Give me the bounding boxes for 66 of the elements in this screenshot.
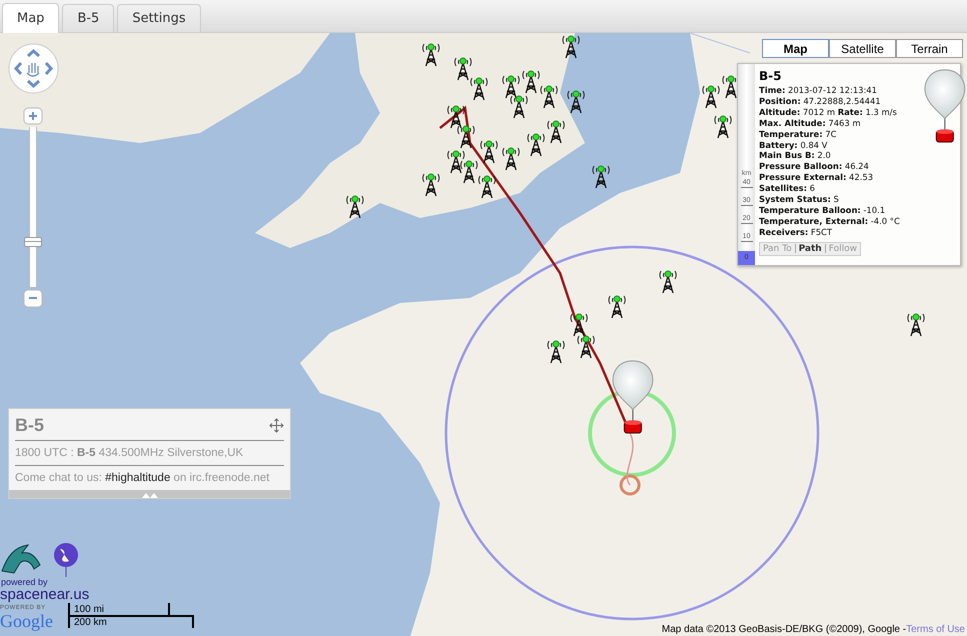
radio-tower-icon[interactable] — [905, 311, 927, 337]
map-type-button[interactable]: Terrain — [896, 39, 963, 58]
telemetry-line: Position: 47.22888,2.54441 — [759, 96, 882, 107]
telemetry-line: Pressure Balloon: 46.24 — [759, 161, 870, 172]
radio-tower-icon[interactable] — [575, 333, 597, 359]
radio-tower-icon[interactable] — [590, 163, 612, 189]
radio-tower-icon[interactable] — [568, 311, 590, 337]
radio-tower-icon[interactable] — [420, 41, 442, 67]
radio-tower-icon[interactable] — [468, 75, 490, 101]
radio-tower-icon[interactable] — [525, 131, 547, 157]
radio-tower-icon[interactable] — [520, 68, 542, 94]
radio-tower-icon[interactable] — [420, 171, 442, 197]
map-attribution: Map data ©2013 GeoBasis-DE/BKG (©2009), Google - — [662, 624, 906, 635]
radio-tower-icon[interactable] — [712, 113, 734, 139]
telemetry-line: Main Bus B: 2.0 — [759, 150, 832, 162]
radio-tower-icon[interactable] — [508, 93, 530, 119]
pan-control[interactable] — [8, 43, 59, 94]
radio-tower-icon[interactable] — [538, 83, 560, 109]
map-type-button[interactable]: Satellite — [829, 39, 896, 58]
zoom-thumb[interactable] — [24, 236, 42, 246]
telemetry-line: Altitude: 7012 m Rate: 1.3 m/s — [759, 106, 898, 118]
logo-tagline: powered by — [1, 577, 49, 587]
zoom-out-button[interactable] — [24, 290, 42, 308]
radio-tower-icon[interactable] — [500, 145, 522, 171]
telemetry-line: Temperature, External: -4.0 °C — [759, 216, 901, 227]
telemetry-line: System Status: S — [759, 194, 840, 205]
tab[interactable]: Settings — [117, 4, 201, 32]
radio-tower-icon[interactable] — [344, 193, 366, 219]
scale-bar-icon — [68, 603, 194, 629]
map-type-button[interactable]: Map — [762, 39, 829, 58]
telemetry-line: Satellites: 6 — [759, 183, 816, 194]
telemetry-line: Pressure External: 42.53 — [759, 172, 874, 184]
move-icon[interactable] — [269, 418, 284, 433]
radio-tower-icon[interactable] — [445, 103, 467, 129]
radio-tower-icon[interactable] — [545, 118, 567, 144]
telemetry-line: Temperature Balloon: -10.1 — [759, 204, 886, 216]
radio-tower-icon[interactable] — [545, 338, 567, 364]
telemetry-line: Temperature: 7C — [759, 128, 838, 140]
scale-label: 200 km — [73, 616, 108, 629]
radio-tower-icon[interactable] — [452, 55, 474, 81]
telemetry-line: Receivers: F5CT — [759, 226, 834, 238]
radio-tower-icon[interactable] — [657, 268, 679, 294]
telemetry-line: Time: 2013-07-12 12:13:41 — [759, 85, 878, 96]
tab[interactable]: B-5 — [62, 4, 114, 32]
radio-tower-icon[interactable] — [476, 173, 498, 199]
radio-tower-icon[interactable] — [478, 138, 500, 164]
radio-tower-icon[interactable] — [565, 88, 587, 114]
tab[interactable]: Map — [2, 3, 60, 33]
google-logo: Google — [0, 611, 53, 631]
telemetry-line: Battery: 0.84 V — [759, 140, 828, 150]
zoom-in-button[interactable] — [24, 108, 42, 124]
radio-tower-icon[interactable] — [455, 123, 477, 149]
radio-tower-icon[interactable] — [606, 293, 628, 319]
popup-title: B-5 — [759, 69, 782, 83]
radio-tower-icon[interactable] — [445, 148, 467, 174]
radio-tower-icon[interactable] — [458, 158, 480, 184]
scale-label: 100 mi — [73, 603, 106, 616]
action-link[interactable]: Path — [798, 244, 822, 254]
schedule-text: 1800 UTC : B-5 434.500MHz Silverstone,UK — [15, 441, 284, 466]
radio-tower-icon[interactable] — [560, 33, 582, 59]
site-name: spacenear.us — [0, 587, 90, 602]
panel-title: B-5 — [15, 415, 44, 436]
radio-tower-icon[interactable] — [700, 83, 722, 109]
chat-text: Come chat to us: #highaltitude on irc.freenode.net — [15, 471, 270, 486]
telemetry-line: Max. Altitude: 7463 m — [759, 118, 862, 129]
radio-tower-icon[interactable] — [500, 73, 522, 99]
